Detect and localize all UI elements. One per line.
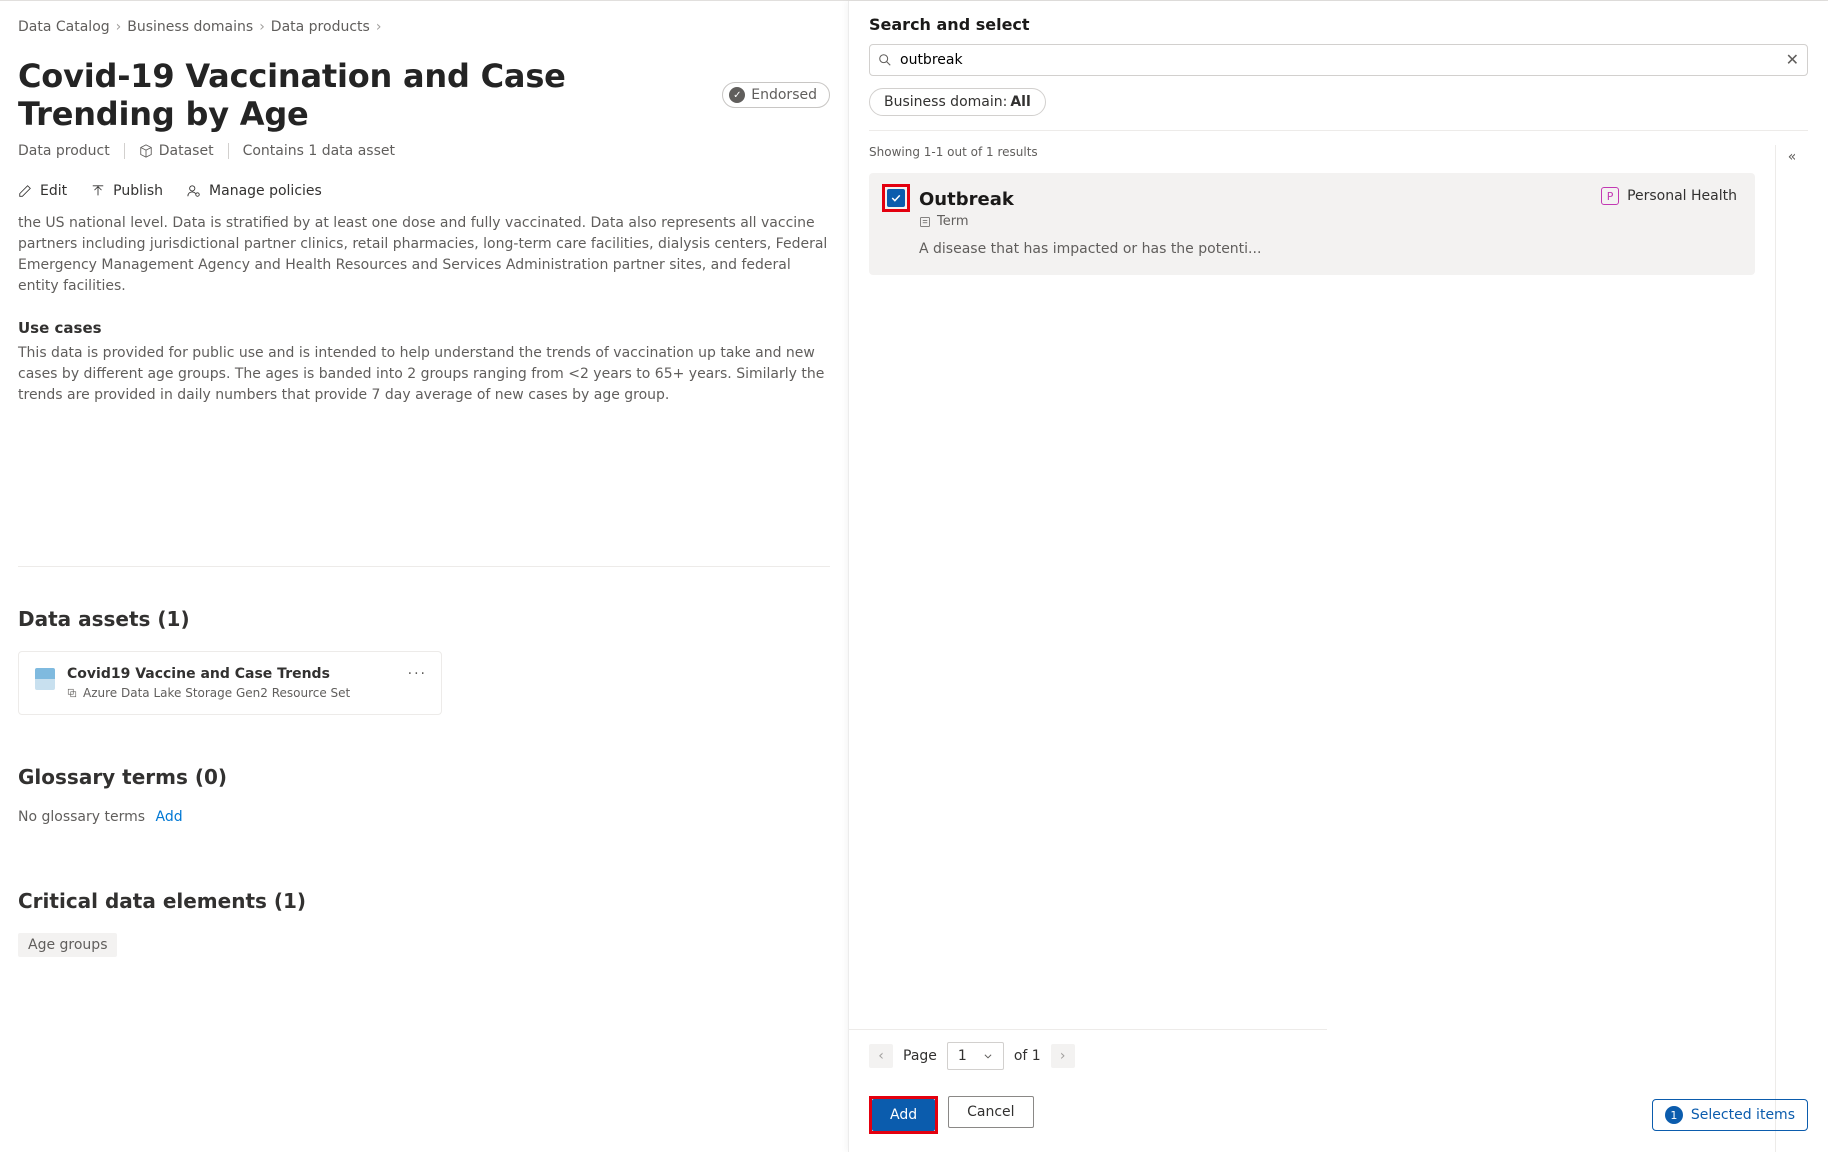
crumb-data-products[interactable]: Data products	[271, 19, 370, 35]
resource-set-icon	[67, 688, 77, 698]
chevron-right-icon: ›	[259, 19, 265, 35]
description-text: the US national level. Data is stratifie…	[18, 213, 830, 297]
pager-next[interactable]: ›	[1051, 1044, 1075, 1068]
toolbar: Edit Publish Manage policies	[18, 183, 830, 199]
add-button[interactable]: Add	[872, 1099, 935, 1131]
contains-count: Contains 1 data asset	[243, 143, 395, 159]
asset-card[interactable]: Covid19 Vaccine and Case Trends Azure Da…	[18, 651, 442, 715]
section-divider	[18, 566, 830, 567]
result-type: Term	[919, 214, 1737, 229]
publish-button[interactable]: Publish	[91, 183, 163, 199]
person-gear-icon	[187, 184, 201, 198]
pencil-icon	[18, 184, 32, 198]
chevron-right-icon: ›	[376, 19, 382, 35]
panel-title: Search and select	[869, 15, 1808, 34]
asset-name: Covid19 Vaccine and Case Trends	[67, 666, 350, 682]
highlight-box: Add	[869, 1096, 938, 1134]
cube-icon	[139, 144, 153, 158]
chevron-right-icon: ›	[116, 19, 122, 35]
pager-select[interactable]: 1	[947, 1042, 1004, 1070]
cancel-button[interactable]: Cancel	[948, 1096, 1033, 1128]
result-description: A disease that has impacted or has the p…	[919, 241, 1737, 257]
term-icon	[919, 216, 931, 228]
cde-heading: Critical data elements (1)	[18, 889, 830, 913]
crumb-business-domains[interactable]: Business domains	[127, 19, 253, 35]
domain-filter-pill[interactable]: Business domain: All	[869, 88, 1046, 116]
cde-tag[interactable]: Age groups	[18, 933, 117, 957]
add-glossary-link[interactable]: Add	[156, 809, 183, 825]
page-title: Covid-19 Vaccination and Case Trending b…	[18, 57, 708, 133]
result-domain: P Personal Health	[1601, 187, 1737, 205]
use-cases-heading: Use cases	[18, 319, 830, 337]
endorsed-badge: ✓ Endorsed	[722, 82, 830, 108]
search-select-panel: Search and select ✕ Business domain: All…	[848, 1, 1828, 1152]
asset-subtype: Azure Data Lake Storage Gen2 Resource Se…	[67, 686, 350, 700]
data-lake-icon	[35, 668, 55, 690]
glossary-empty: No glossary terms	[18, 809, 145, 825]
result-card[interactable]: Outbreak Term A disease that has impacte…	[869, 173, 1755, 275]
selected-items-button[interactable]: 1 Selected items	[1652, 1099, 1808, 1131]
highlight-box	[882, 184, 910, 212]
dataset-type: Dataset	[139, 143, 214, 159]
chevron-down-icon	[983, 1051, 993, 1061]
pager-prev[interactable]: ‹	[869, 1044, 893, 1068]
search-input[interactable]	[900, 52, 1778, 68]
data-assets-heading: Data assets (1)	[18, 607, 830, 631]
crumb-data-catalog[interactable]: Data Catalog	[18, 19, 110, 35]
use-cases-text: This data is provided for public use and…	[18, 343, 830, 406]
glossary-terms-heading: Glossary terms (0)	[18, 765, 830, 789]
check-icon: ✓	[729, 87, 745, 103]
domain-letter-icon: P	[1601, 187, 1619, 205]
meta-row: Data product Dataset Contains 1 data ass…	[18, 143, 830, 159]
pager: ‹ Page 1 of 1 ›	[849, 1029, 1327, 1082]
clear-icon[interactable]: ✕	[1786, 52, 1799, 68]
more-icon[interactable]: ···	[408, 666, 427, 682]
manage-policies-button[interactable]: Manage policies	[187, 183, 322, 199]
selected-count-badge: 1	[1665, 1106, 1683, 1124]
breadcrumb: Data Catalog › Business domains › Data p…	[18, 19, 830, 35]
collapse-icon[interactable]: «	[1788, 149, 1797, 1152]
upload-icon	[91, 184, 105, 198]
result-count: Showing 1-1 out of 1 results	[869, 145, 1755, 159]
search-input-wrapper[interactable]: ✕	[869, 44, 1808, 76]
endorsed-label: Endorsed	[751, 87, 817, 103]
product-type: Data product	[18, 143, 110, 159]
edit-button[interactable]: Edit	[18, 183, 67, 199]
search-icon	[878, 53, 892, 67]
